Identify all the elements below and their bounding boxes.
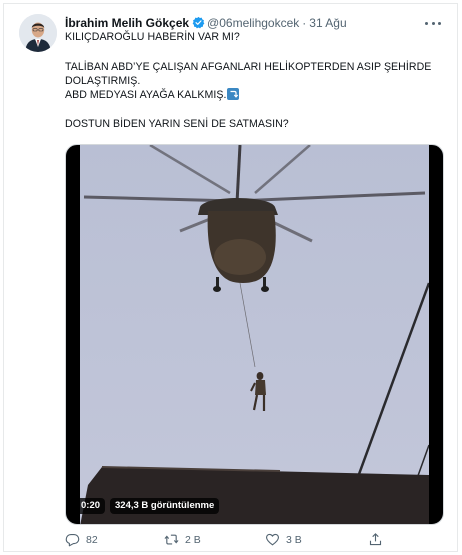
reply-button[interactable]: 82	[65, 532, 98, 547]
retweet-icon	[164, 534, 179, 545]
tweet-text-line: TALİBAN ABD’YE ÇALIŞAN AFGANLARI HELİKOP…	[65, 61, 432, 73]
video-player[interactable]: 0:20 324,3 B görüntülenme	[65, 144, 444, 525]
tweet-text-line: ABD MEDYASI AYAĞA KALKMIŞ.	[65, 88, 240, 102]
retweet-button[interactable]: 2 B	[164, 532, 201, 547]
tweet-text-segment: ABD MEDYASI AYAĞA KALKMIŞ.	[65, 89, 227, 101]
share-button[interactable]	[368, 532, 383, 547]
video-overlay: 0:20 324,3 B görüntülenme	[76, 497, 220, 515]
arrow-right-hook-emoji-icon	[227, 88, 240, 100]
author-name[interactable]: İbrahim Melih Gökçek	[65, 16, 189, 30]
share-icon	[369, 533, 382, 546]
tweet-text-line: DOSTUN BİDEN YARIN SENİ DE SATMASIN?	[65, 118, 289, 130]
tweet-text-line: DOLAŞTIRMIŞ.	[65, 75, 141, 87]
video-frame[interactable]	[80, 145, 429, 524]
like-button[interactable]: 3 B	[265, 532, 302, 547]
reply-count: 82	[86, 533, 98, 546]
tweet-actions: 82 2 B 3 B	[65, 532, 395, 550]
tweet-card[interactable]: İbrahim Melih Gökçek @06melihgokcek · 31 Ağ…	[3, 3, 458, 552]
like-count: 3 B	[286, 533, 302, 546]
view-count: 324,3 B görüntülenme	[110, 498, 220, 514]
separator-dot: ·	[302, 16, 307, 30]
video-duration: 0:20	[76, 498, 106, 514]
tweet-date[interactable]: 31 Ağu	[309, 16, 346, 30]
heart-icon	[265, 533, 280, 546]
author-handle[interactable]: @06melihgokcek	[207, 16, 299, 30]
tweet-text-line: KILIÇDAROĞLU HABERİN VAR MI?	[65, 31, 240, 43]
reply-icon	[65, 533, 80, 547]
verified-badge-icon	[192, 16, 205, 29]
avatar[interactable]	[19, 14, 57, 52]
retweet-count: 2 B	[185, 533, 201, 546]
more-icon[interactable]	[423, 16, 443, 30]
